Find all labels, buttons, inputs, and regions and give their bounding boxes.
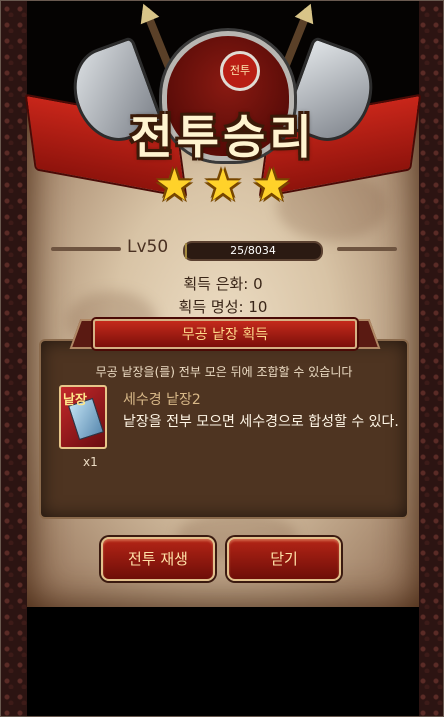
replay-battle-button[interactable]: 전투 재생 [101,537,215,581]
emblem-badge: 전투 [220,51,260,91]
star-icon: ★ [203,160,243,211]
item-icon-mark: 낱장 [63,393,87,408]
left-border-pattern [1,1,27,716]
exp-text: 25/8034 [230,244,276,257]
item-panel-description: 무공 낱장을(를) 전부 모은 뒤에 조합할 수 있습니다 [95,365,353,379]
ornament-divider [51,247,121,251]
item-quantity: x1 [83,455,98,469]
victory-emblem: 전투 전투승리 ★ ★ ★ [24,1,422,221]
item-banner-label: 무공 낱장 획득 [181,327,269,343]
star-icon: ★ [154,160,195,211]
item-description: 낱장을 전부 모으면 세수경으로 합성할 수 있다. [123,414,399,430]
scripture-page-icon[interactable]: 낱장 [59,385,107,449]
item-banner: 무공 낱장 획득 [93,319,357,349]
level-row: Lv50 25/8034 [51,237,397,261]
star-rating: ★ ★ ★ [27,161,419,211]
close-button[interactable]: 닫기 [227,537,341,581]
item-name: 세수경 낱장2 [123,392,201,408]
right-border-pattern [417,1,443,716]
victory-title: 전투승리 [130,110,316,164]
reward-fame: 획득 명성: 10 [178,298,268,316]
level-label: Lv50 [127,237,169,257]
reward-silver: 획득 은화: 0 [183,275,263,293]
game-frame: 전투 전투승리 ★ ★ ★ Lv50 25/8034 획득 은화: 0 획득 명… [0,0,444,717]
bottom-background [27,607,419,716]
exp-bar: 25/8034 [183,241,323,261]
ornament-divider [337,247,397,251]
star-icon: ★ [251,160,292,211]
item-panel: 무공 낱장을(를) 전부 모은 뒤에 조합할 수 있습니다 낱장 x1 세수경 … [39,339,409,519]
